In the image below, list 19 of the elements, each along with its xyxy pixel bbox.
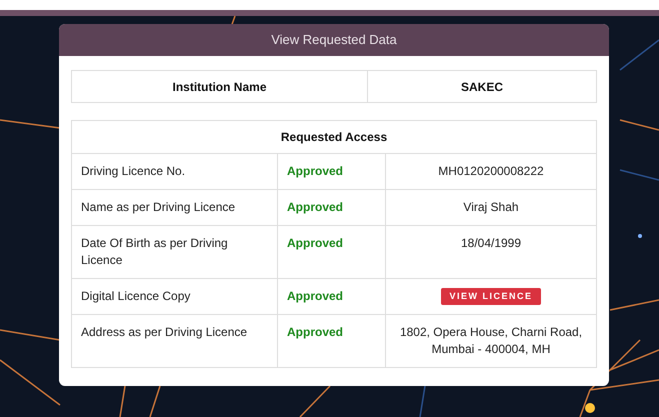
status-cell: Approved [278, 154, 386, 189]
table-cell: Digital Licence Copy [72, 279, 278, 314]
dialog-title: View Requested Data [271, 31, 397, 50]
table-cell: Address as per Driving Licence [72, 315, 278, 367]
table-cell: Name as per Driving Licence [72, 190, 278, 225]
table-cell: MH0120200008222 [438, 163, 544, 180]
table-cell-text: 1802, Opera House, Charni Road, Mumbai - 400004, MH [398, 324, 584, 358]
status-cell: Approved [278, 190, 386, 225]
table-header-cell: Requested Access [72, 121, 596, 154]
table-cell: Driving Licence No. [72, 154, 278, 189]
table-cell: Date Of Birth as per Driving Licence [72, 226, 278, 278]
table-cell: Viraj Shah [463, 199, 519, 216]
table-cell: 18/04/1999 [460, 235, 522, 252]
status-cell: Approved [278, 279, 386, 314]
view-licence-button[interactable]: VIEW LICENCE [441, 288, 540, 305]
table-cell-text: SAKEC [460, 78, 504, 96]
status-cell: Approved [278, 226, 386, 278]
table-cell: Institution Name [72, 71, 368, 102]
status-cell: Approved [278, 315, 386, 367]
